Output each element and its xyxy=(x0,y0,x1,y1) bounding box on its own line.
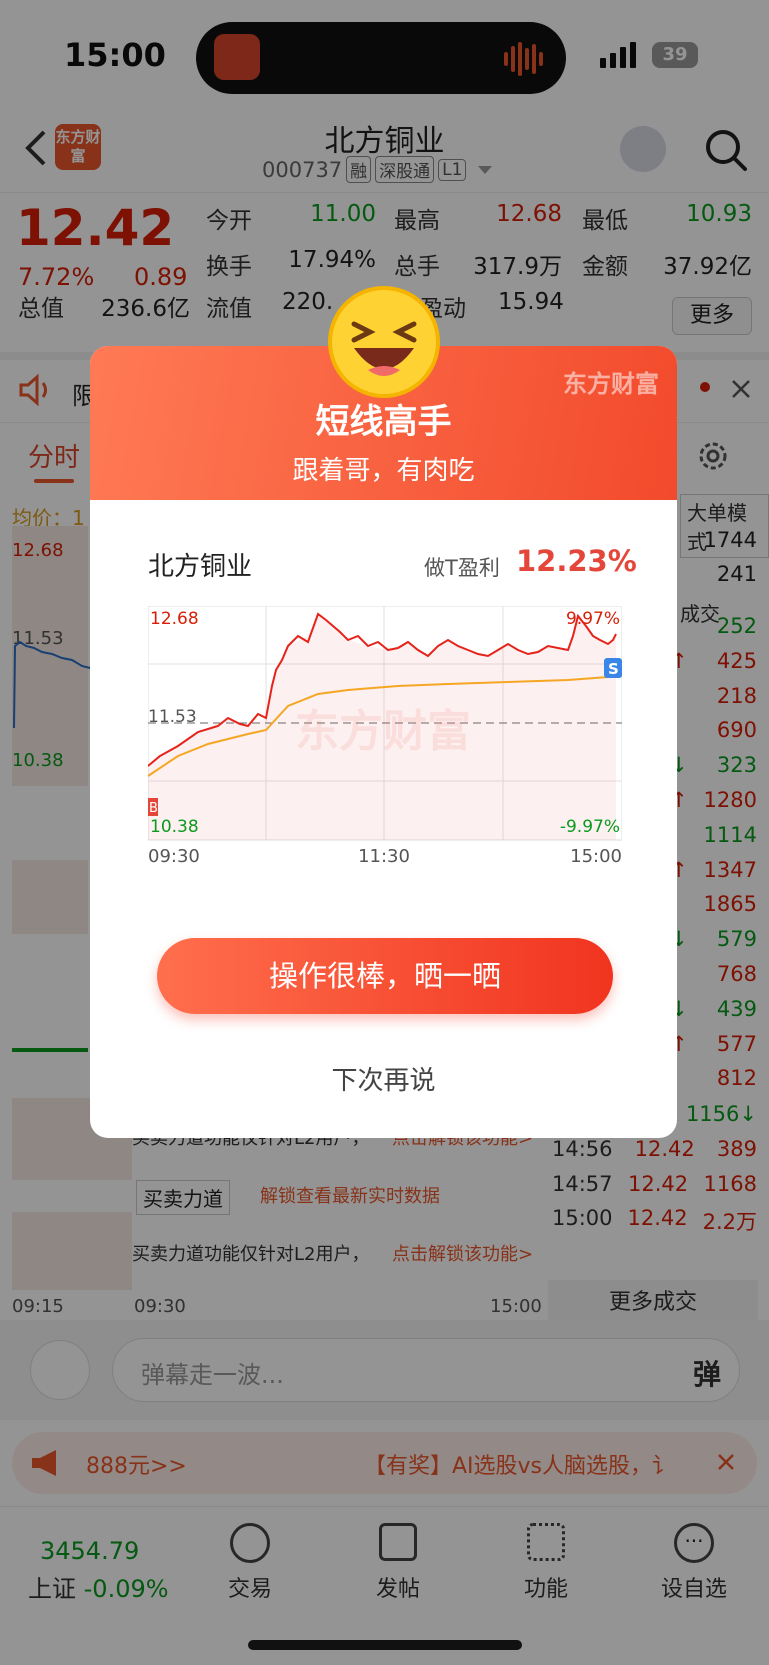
home-indicator[interactable] xyxy=(248,1640,522,1650)
modal-intraday-chart: 东方财富 12.68 11.53 10.38 9.97% -9.97% B S … xyxy=(148,606,622,867)
chart-time-start: 09:30 xyxy=(148,846,200,867)
modal-subtitle: 跟着哥，有肉吃 xyxy=(292,456,475,486)
modal-title: 短线高手 xyxy=(315,402,452,442)
modal-stock-name: 北方铜业 xyxy=(148,552,253,582)
share-modal: 东方财富 短线高手 跟着哥，有肉吃 北方铜业 做T盈利 12.23% 东方财富 … xyxy=(90,346,677,1138)
chart-mid-label: 11.53 xyxy=(148,707,197,727)
later-button[interactable]: 下次再说 xyxy=(90,1060,677,1097)
chart-low-pct: -9.97% xyxy=(560,817,620,837)
chart-time-mid: 11:30 xyxy=(358,846,410,867)
buy-marker-label: B xyxy=(149,801,158,816)
profit-label: 做T盈利 xyxy=(424,556,500,580)
chart-high-label: 12.68 xyxy=(150,609,199,629)
profit-value: 12.23% xyxy=(516,544,637,578)
chart-low-label: 10.38 xyxy=(150,817,199,837)
laughing-emoji-icon xyxy=(328,286,440,398)
share-button[interactable]: 操作很棒，晒一晒 xyxy=(157,938,613,1014)
sell-marker-label: S xyxy=(608,660,619,678)
chart-time-end: 15:00 xyxy=(570,846,622,867)
chart-high-pct: 9.97% xyxy=(566,609,620,629)
